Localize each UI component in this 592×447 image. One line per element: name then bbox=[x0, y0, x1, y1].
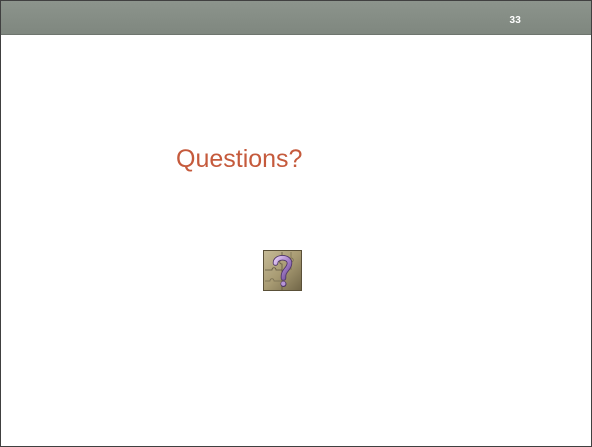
slide-title: Questions? bbox=[176, 145, 303, 173]
presentation-slide: 33 Questions? bbox=[0, 0, 592, 447]
question-mark-puzzle-icon bbox=[263, 250, 302, 291]
slide-page-number: 33 bbox=[509, 15, 521, 26]
slide-header-bar: 33 bbox=[1, 1, 591, 35]
